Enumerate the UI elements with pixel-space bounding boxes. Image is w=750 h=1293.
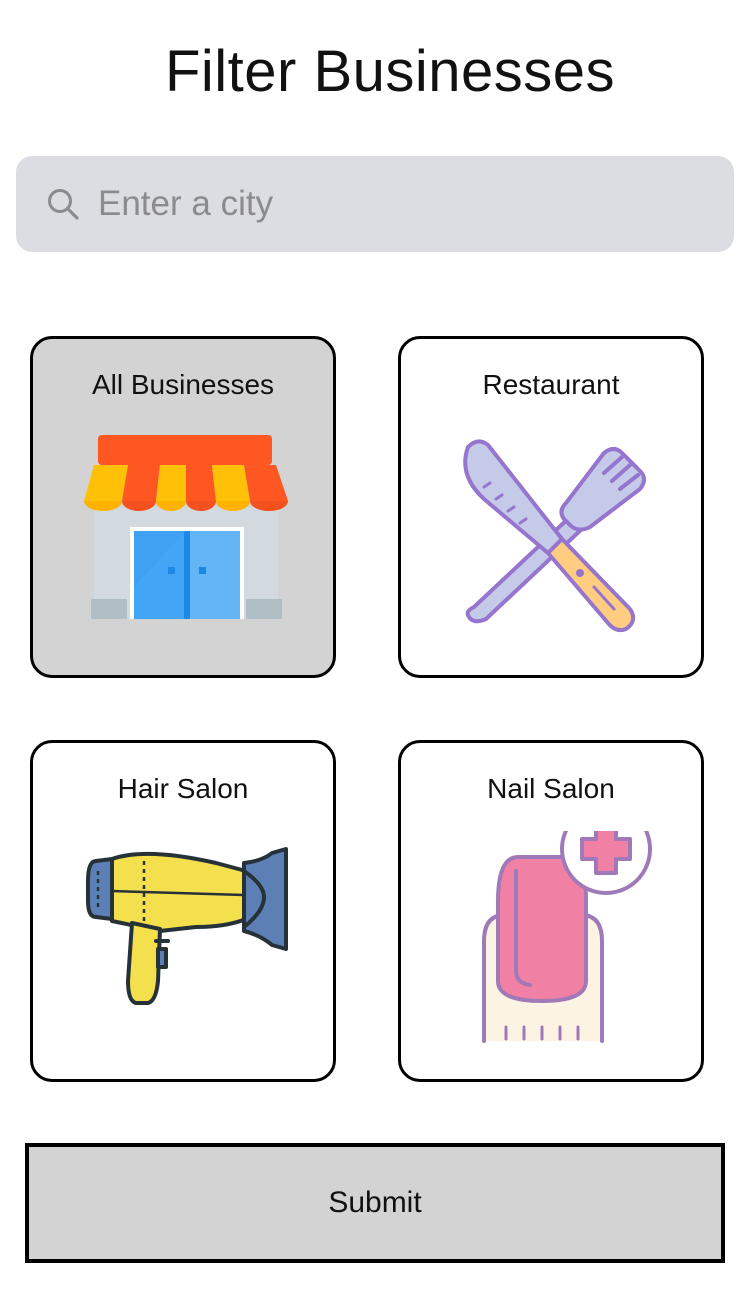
search-bar[interactable] (16, 156, 734, 252)
category-label: All Businesses (91, 369, 275, 400)
category-card-restaurant[interactable]: Restaurant (398, 336, 704, 678)
storefront-icon (84, 435, 288, 619)
knife-fork-icon (463, 439, 646, 633)
category-card-hair-salon[interactable]: Hair Salon (30, 740, 336, 1082)
category-label: Restaurant (482, 369, 620, 400)
submit-button[interactable]: Submit (25, 1143, 725, 1263)
search-icon (48, 189, 79, 220)
page-title: Filter Businesses (164, 39, 616, 104)
hair-dryer-icon (86, 847, 288, 1005)
category-card-nail-salon[interactable]: Nail Salon (398, 740, 704, 1082)
nail-plus-icon (482, 831, 652, 1043)
category-label: Nail Salon (487, 773, 615, 804)
city-search-input[interactable] (98, 176, 708, 232)
category-label: Hair Salon (117, 773, 249, 804)
category-card-all-businesses[interactable]: All Businesses (30, 336, 336, 678)
